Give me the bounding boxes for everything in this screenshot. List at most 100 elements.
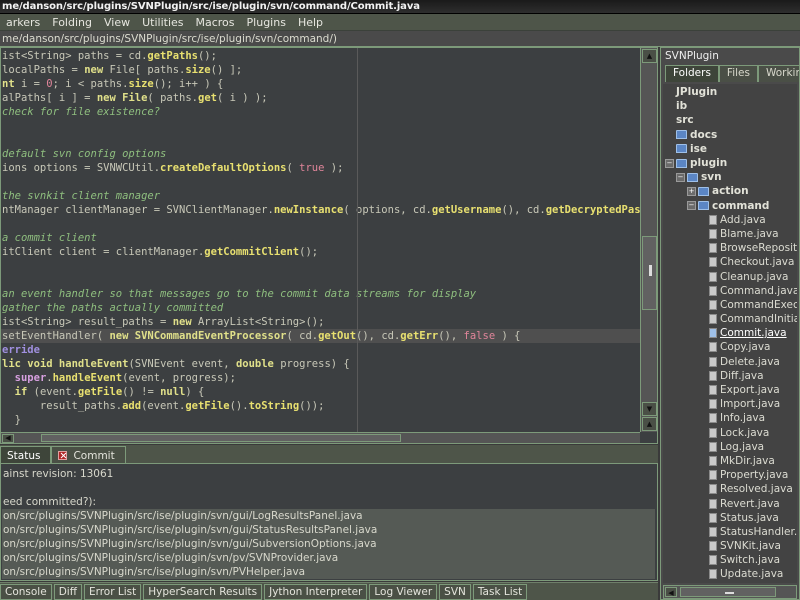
path-breadcrumb-text: me/danson/src/plugins/SVNPlugin/src/ise/… — [2, 33, 337, 45]
tool-tab-error-list[interactable]: Error List — [83, 583, 142, 600]
tree-item[interactable]: − plugin — [663, 156, 797, 170]
tree-item[interactable]: Copy.java — [663, 340, 797, 354]
tree-item[interactable]: SVNKit.java — [663, 539, 797, 553]
tool-tab-console[interactable]: Console — [0, 583, 52, 600]
menu-item-folding[interactable]: Folding — [46, 15, 98, 30]
code-token: (), cd. — [356, 330, 401, 342]
list-item[interactable] — [2, 481, 655, 495]
svn-output-list[interactable]: ainst revision: 13061 eed committed?): on… — [0, 463, 658, 581]
code-token: double — [235, 358, 274, 370]
tree-item[interactable]: JPlugin — [663, 85, 797, 99]
file-icon — [709, 399, 717, 410]
tree-item[interactable]: StatusHandler. — [663, 525, 797, 539]
file-icon — [709, 484, 717, 495]
tree-item[interactable]: Update.java — [663, 567, 797, 581]
tree-item[interactable]: + action — [663, 184, 797, 198]
tree-item[interactable]: Status.java — [663, 511, 797, 525]
tree-item[interactable]: Property.java — [663, 468, 797, 482]
scroll-left-arrow-icon[interactable]: ◀ — [2, 434, 14, 443]
code-token: new — [172, 316, 192, 328]
sidebar-tab-files[interactable]: Files — [718, 65, 758, 82]
menu-item-view[interactable]: View — [98, 15, 136, 30]
list-item[interactable]: on/src/plugins/SVNPlugin/src/ise/plugin/… — [2, 551, 655, 565]
tool-tab-task-list[interactable]: Task List — [472, 583, 528, 600]
tool-tab-diff[interactable]: Diff — [53, 583, 82, 600]
tool-tab-svn[interactable]: SVN — [439, 583, 471, 600]
editor-horizontal-scrollbar[interactable]: ◀ — [1, 432, 640, 443]
collapse-toggle-icon[interactable]: − — [687, 201, 696, 211]
close-icon[interactable] — [58, 451, 68, 460]
path-breadcrumb[interactable]: me/danson/src/plugins/SVNPlugin/src/ise/… — [0, 31, 800, 47]
tree-item[interactable]: Export.java — [663, 383, 797, 397]
list-item[interactable]: ainst revision: 13061 — [2, 467, 655, 481]
tree-item[interactable]: − command — [663, 199, 797, 213]
tree-item[interactable]: Log.java — [663, 440, 797, 454]
tree-item[interactable]: UpdateEventHa — [663, 582, 797, 584]
tree-item-label: Property.java — [720, 469, 789, 482]
list-item[interactable]: on/src/plugins/SVNPlugin/src/ise/plugin/… — [2, 565, 655, 579]
tree-item-label: Blame.java — [720, 227, 779, 240]
expand-toggle-icon[interactable]: + — [687, 186, 696, 196]
project-file-tree[interactable]: JPlugin ib src docs ise − plugin − svn + action − co… — [663, 84, 797, 583]
vertical-scrollbar-thumb[interactable] — [642, 236, 657, 310]
list-item[interactable]: on/src/plugins/SVNPlugin/src/ise/plugin/… — [2, 509, 655, 523]
tree-item[interactable]: CommandExec — [663, 298, 797, 312]
sidebar-scrollbar-thumb[interactable] — [680, 587, 776, 597]
scroll-up-arrow-icon[interactable]: ▲ — [642, 49, 657, 63]
sidebar-horizontal-scrollbar[interactable]: ◀ — [663, 585, 797, 599]
tree-item[interactable]: docs — [663, 128, 797, 142]
collapse-toggle-icon[interactable]: − — [676, 172, 685, 182]
horizontal-scrollbar-thumb[interactable] — [41, 434, 401, 442]
tree-item[interactable]: ib — [663, 99, 797, 113]
tree-item[interactable]: Diff.java — [663, 369, 797, 383]
tool-tab-log-viewer[interactable]: Log Viewer — [369, 583, 438, 600]
menu-item-markers[interactable]: arkers — [0, 15, 46, 30]
tree-item[interactable]: Blame.java — [663, 227, 797, 241]
tree-item[interactable]: CommandInitia — [663, 312, 797, 326]
tree-item[interactable]: ise — [663, 142, 797, 156]
code-text-area[interactable]: ist<String> paths = cd.getPaths(); localP… — [1, 48, 640, 432]
collapse-toggle-icon[interactable]: − — [665, 158, 674, 168]
code-line: check for file existence? — [1, 105, 640, 119]
sidebar-tab-working[interactable]: Working — [757, 65, 799, 82]
tree-item[interactable]: src — [663, 113, 797, 127]
tree-item[interactable]: Lock.java — [663, 426, 797, 440]
tab-status[interactable]: Status — [0, 446, 52, 463]
menu-item-utilities[interactable]: Utilities — [136, 15, 189, 30]
tree-item[interactable]: Cleanup.java — [663, 269, 797, 283]
tree-item[interactable]: BrowseRepositor — [663, 241, 797, 255]
editor-vertical-scrollbar[interactable]: ▲ ▼ ▲ — [640, 48, 657, 432]
scroll-bottom-arrow-icon[interactable]: ▲ — [642, 417, 657, 431]
tree-item[interactable]: Switch.java — [663, 553, 797, 567]
tree-item[interactable]: Commit.java — [663, 326, 797, 340]
tab-commit[interactable]: Commit — [51, 446, 126, 463]
sidebar-scroll-left-arrow-icon[interactable]: ◀ — [665, 587, 677, 597]
folder-icon — [676, 144, 687, 154]
tree-item[interactable]: MkDir.java — [663, 454, 797, 468]
tree-item-label: Switch.java — [720, 554, 781, 567]
list-item[interactable]: on/src/plugins/SVNPlugin/src/ise/plugin/… — [2, 523, 655, 537]
tool-tab-jython-interpreter[interactable]: Jython Interpreter — [264, 583, 368, 600]
editor-panel: ist<String> paths = cd.getPaths(); localP… — [0, 47, 658, 444]
tree-item[interactable]: Add.java — [663, 213, 797, 227]
sidebar-tab-folders[interactable]: Folders — [665, 65, 719, 82]
tree-item[interactable]: Info.java — [663, 411, 797, 425]
tool-tab-hypersearch-results[interactable]: HyperSearch Results — [143, 583, 263, 600]
tree-item[interactable]: Revert.java — [663, 496, 797, 510]
code-token: true — [299, 162, 325, 174]
tree-item[interactable]: Checkout.java — [663, 255, 797, 269]
code-line: itClient client = clientManager.getCommi… — [1, 245, 640, 259]
tree-item[interactable]: Resolved.java — [663, 482, 797, 496]
file-icon — [709, 441, 717, 452]
tree-item[interactable]: Delete.java — [663, 355, 797, 369]
menu-item-plugins[interactable]: Plugins — [241, 15, 292, 30]
menu-item-help[interactable]: Help — [292, 15, 329, 30]
list-item[interactable]: on/src/plugins/SVNPlugin/src/ise/plugin/… — [2, 537, 655, 551]
menu-item-macros[interactable]: Macros — [190, 15, 241, 30]
scroll-down-arrow-icon[interactable]: ▼ — [642, 402, 657, 416]
tree-item[interactable]: Import.java — [663, 397, 797, 411]
list-item[interactable]: eed committed?): — [2, 495, 655, 509]
tree-item[interactable]: Command.java — [663, 284, 797, 298]
code-token: SVNCommandEventProcessor — [134, 330, 287, 342]
tree-item[interactable]: − svn — [663, 170, 797, 184]
